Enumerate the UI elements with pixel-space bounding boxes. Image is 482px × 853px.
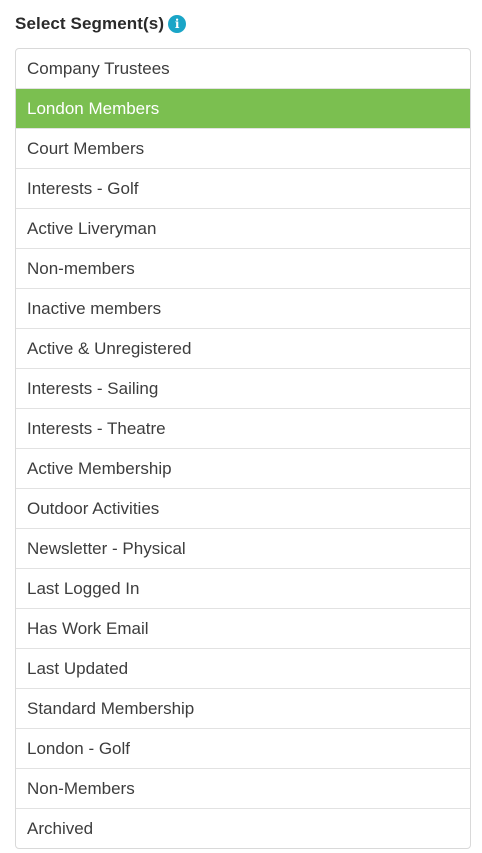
segment-item[interactable]: Interests - Golf xyxy=(16,169,470,209)
segment-item[interactable]: Active Liveryman xyxy=(16,209,470,249)
segment-item[interactable]: Company Trustees xyxy=(16,49,470,89)
segment-item[interactable]: Interests - Theatre xyxy=(16,409,470,449)
segment-item[interactable]: Outdoor Activities xyxy=(16,489,470,529)
segment-item[interactable]: Active & Unregistered xyxy=(16,329,470,369)
segment-item[interactable]: Non-members xyxy=(16,249,470,289)
segment-item[interactable]: Archived xyxy=(16,809,470,848)
segment-item[interactable]: Newsletter - Physical xyxy=(16,529,470,569)
segment-list: Company Trustees London Members Court Memb… xyxy=(15,48,471,849)
segment-item[interactable]: Last Logged In xyxy=(16,569,470,609)
segment-selector-title: Select Segment(s) xyxy=(15,14,165,33)
segment-item[interactable]: Standard Membership xyxy=(16,689,470,729)
segment-item[interactable]: Last Updated xyxy=(16,649,470,689)
segment-item[interactable]: London - Golf xyxy=(16,729,470,769)
segment-item[interactable]: Interests - Sailing xyxy=(16,369,470,409)
segment-item[interactable]: Inactive members xyxy=(16,289,470,329)
segment-item[interactable]: Has Work Email xyxy=(16,609,470,649)
segment-item[interactable]: Active Membership xyxy=(16,449,470,489)
info-icon[interactable]: i xyxy=(168,15,187,33)
segment-item[interactable]: Court Members xyxy=(16,129,470,169)
segment-item[interactable]: Non-Members xyxy=(16,769,470,809)
segment-item[interactable]: London Members xyxy=(16,89,470,129)
segment-selector-header: Select Segment(s) i xyxy=(15,12,187,36)
